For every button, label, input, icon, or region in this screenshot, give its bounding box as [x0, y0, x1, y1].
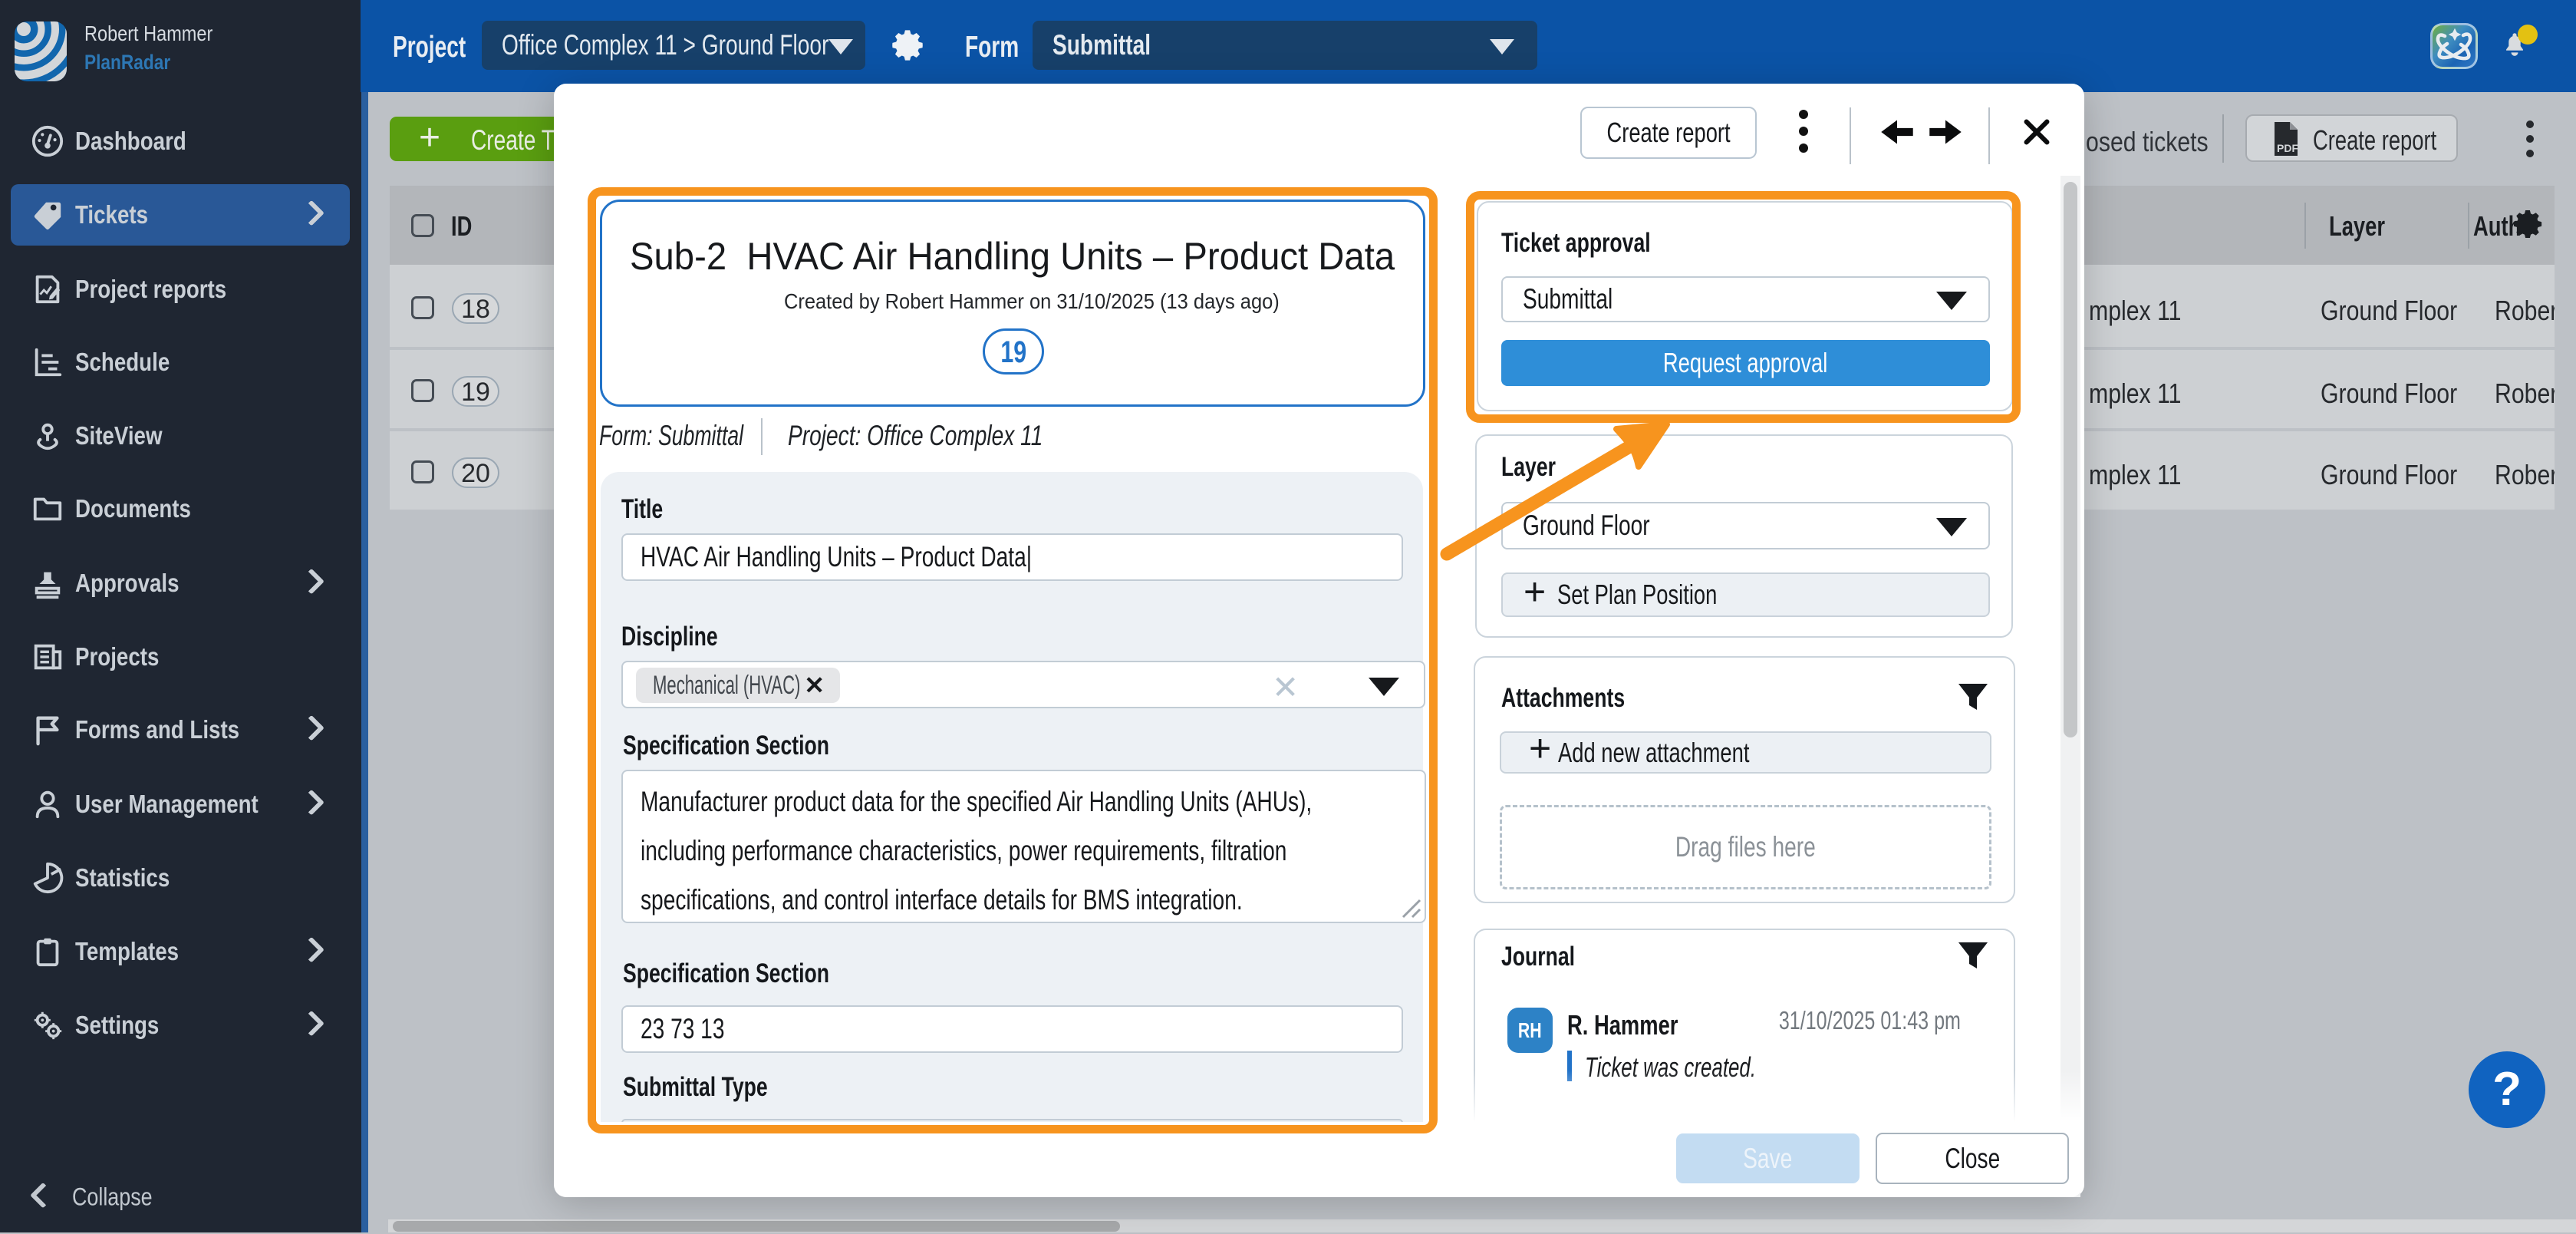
svg-text:PDF: PDF	[2277, 142, 2298, 154]
